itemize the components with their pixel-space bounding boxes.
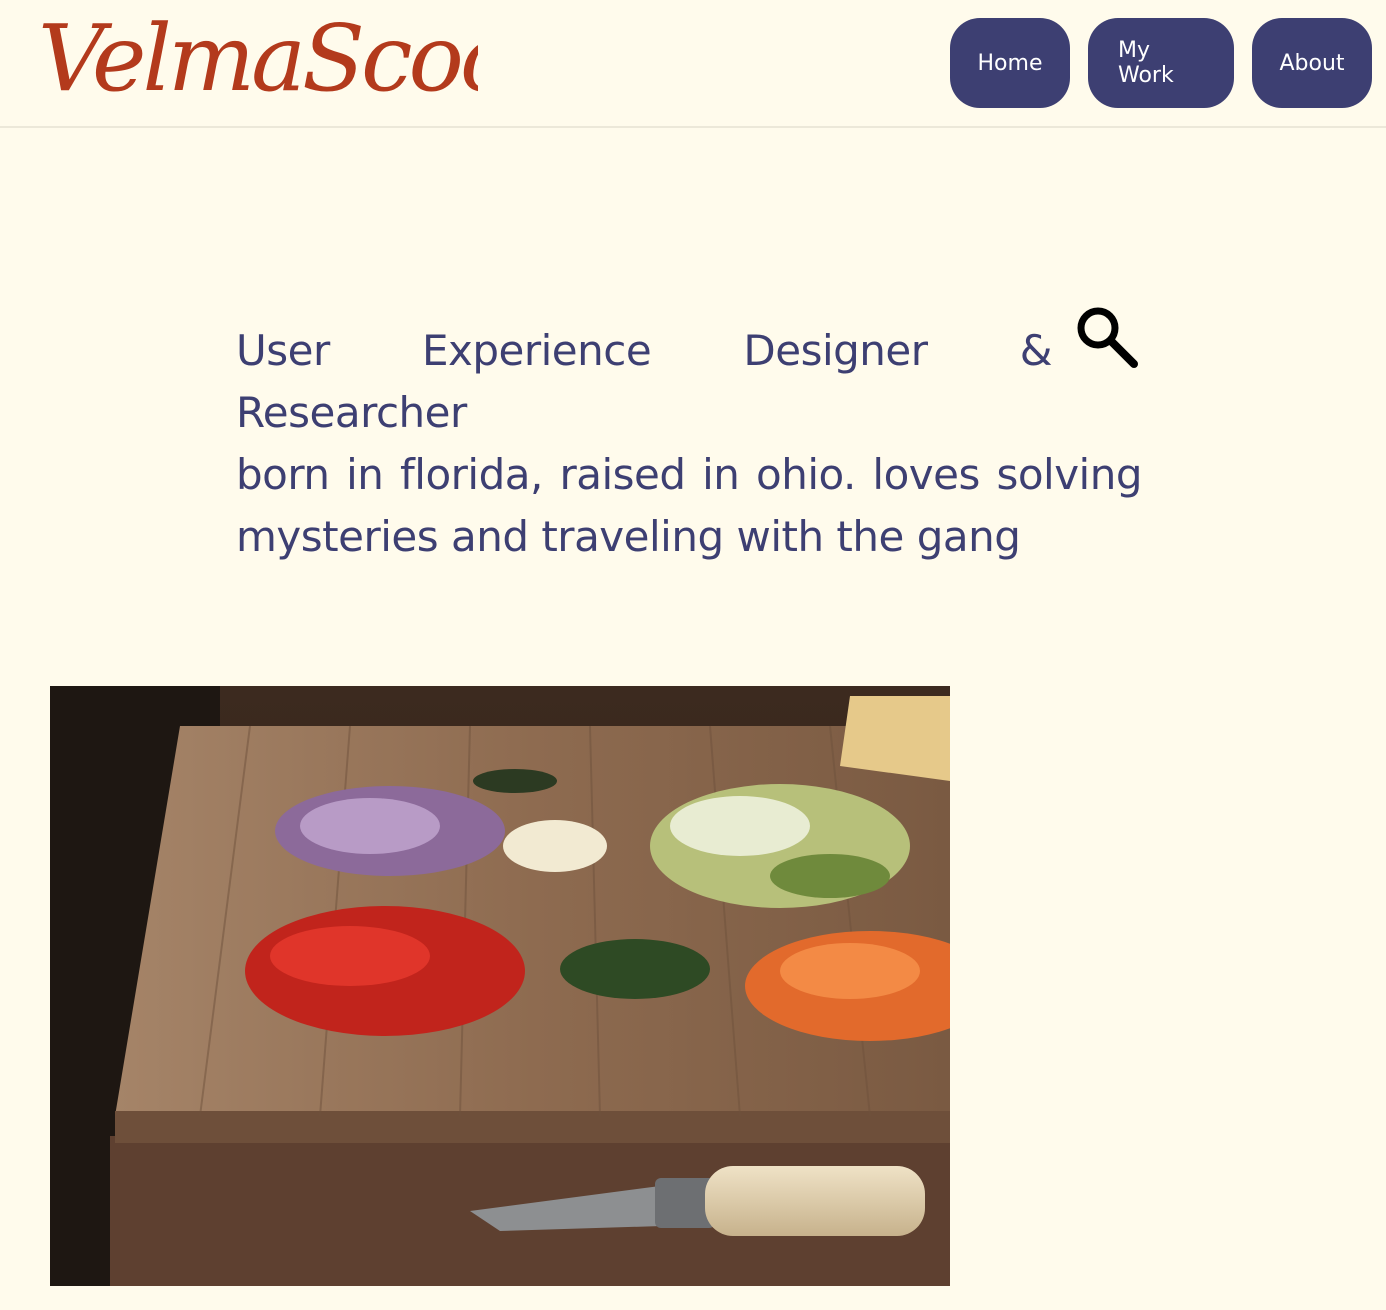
hero-photo	[50, 686, 950, 1286]
site-header: VelmaScoob Home My Work About	[0, 0, 1386, 128]
intro-bio-line-1: born in florida, raised in ohio. loves s…	[236, 450, 1143, 499]
nav-home-button[interactable]: Home	[950, 18, 1070, 108]
site-logo[interactable]: VelmaScoob	[38, 0, 478, 114]
chopped-vegetables-image	[50, 686, 950, 1286]
intro-section: User Experience Designer & Researcher bo…	[236, 320, 1143, 568]
nav-my-work-button[interactable]: My Work	[1088, 18, 1234, 108]
main-nav: Home My Work About	[950, 18, 1372, 108]
intro-title: User Experience Designer & Researcher	[236, 326, 1053, 437]
intro-bio-line-2: mysteries and traveling with the gang	[236, 512, 1021, 561]
nav-about-button[interactable]: About	[1252, 18, 1372, 108]
logo-wordmark: VelmaScoob	[38, 5, 478, 112]
logo-text: VelmaScoob	[38, 5, 478, 112]
magnifying-glass-icon	[1074, 304, 1140, 370]
